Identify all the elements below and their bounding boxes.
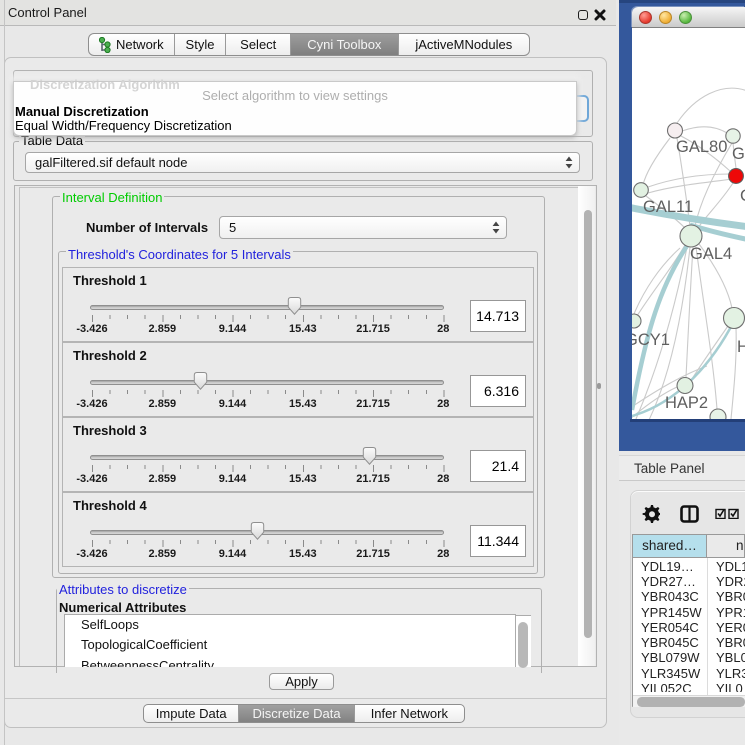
svg-text:H: H bbox=[737, 338, 745, 356]
svg-text:GA: GA bbox=[732, 145, 745, 163]
svg-text:GAL80: GAL80 bbox=[676, 138, 727, 156]
svg-text:HAP2: HAP2 bbox=[665, 394, 708, 412]
svg-text:GAL11: GAL11 bbox=[643, 198, 693, 216]
svg-text:GAL4: GAL4 bbox=[690, 245, 732, 263]
svg-text:GCY1: GCY1 bbox=[632, 331, 670, 349]
svg-text:C: C bbox=[740, 187, 745, 205]
